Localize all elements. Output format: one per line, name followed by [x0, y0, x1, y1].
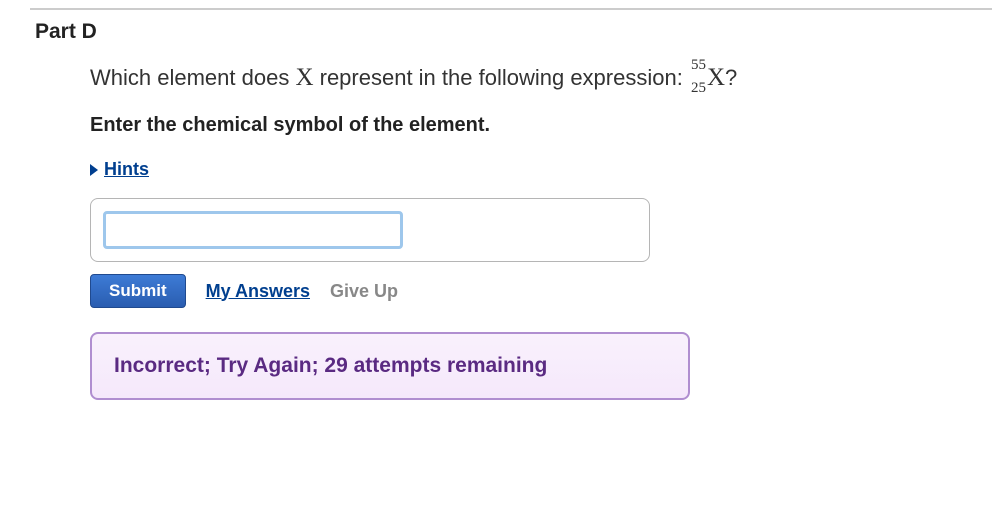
instruction-text: Enter the chemical symbol of the element…: [90, 114, 992, 137]
submit-button[interactable]: Submit: [90, 274, 186, 308]
answer-container: [90, 198, 650, 262]
nuclide-expression: 5525X: [707, 64, 725, 92]
answer-input[interactable]: [103, 211, 403, 249]
hints-link[interactable]: Hints: [104, 159, 149, 179]
question-suffix: ?: [725, 65, 737, 90]
part-title: Part D: [35, 20, 992, 44]
expand-icon: [90, 164, 98, 176]
actions-row: Submit My Answers Give Up: [90, 274, 992, 308]
question-variable: X: [295, 64, 313, 91]
feedback-text: Incorrect; Try Again; 29 attempts remain…: [114, 354, 666, 378]
question-middle: represent in the following expression:: [314, 65, 689, 90]
feedback-box: Incorrect; Try Again; 29 attempts remain…: [90, 332, 690, 400]
top-divider: [30, 8, 992, 10]
atomic-number: 25: [691, 80, 706, 97]
nuclide-symbol: X: [707, 64, 725, 91]
question-text: Which element does X represent in the fo…: [90, 64, 992, 92]
question-prefix: Which element does: [90, 65, 295, 90]
mass-number: 55: [691, 57, 706, 74]
hints-row: Hints: [90, 159, 992, 180]
my-answers-link[interactable]: My Answers: [206, 281, 310, 302]
give-up-text: Give Up: [330, 281, 398, 302]
